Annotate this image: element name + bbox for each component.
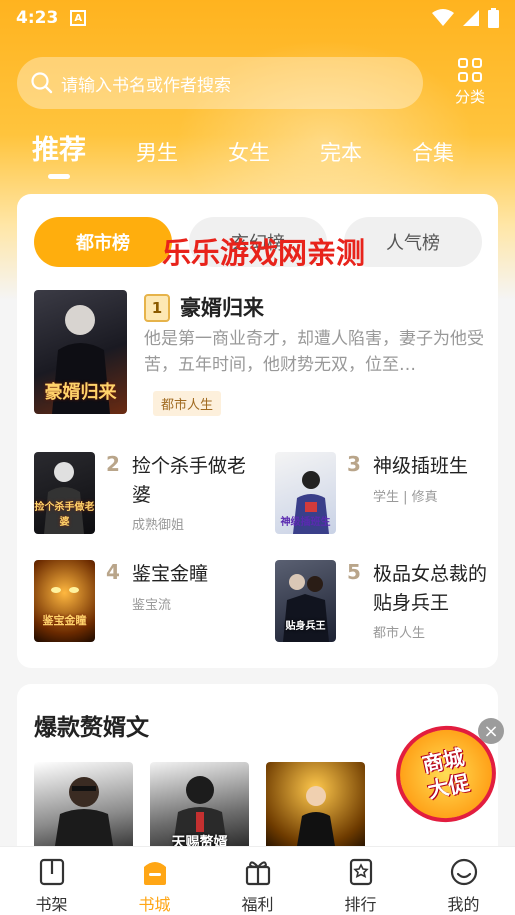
bookshelf-icon — [39, 858, 64, 886]
nav-label: 福利 — [241, 895, 274, 914]
book-item[interactable]: 捡个杀手做老婆 2 捡个杀手做老婆 成熟御姐 — [34, 452, 259, 536]
nav-label: 书城 — [138, 895, 171, 914]
close-icon[interactable]: × — [478, 718, 504, 744]
category-grid-icon — [458, 58, 482, 82]
book-subtitle: 鉴宝流 — [132, 598, 172, 613]
section-heading: 爆款赘婿文 — [34, 715, 149, 741]
book-item[interactable]: 贴身兵王 5 极品女总裁的贴身兵王 都市人生 — [275, 560, 500, 644]
top-book-item[interactable]: 豪婿归来 1 豪婿归来 他是第一商业奇才，却遭人陷害，妻子为他受苦，五年时间，他… — [34, 290, 484, 416]
search-bar[interactable]: 请输入书名或作者搜索 — [17, 57, 423, 109]
book-title[interactable]: 捡个杀手做老婆 — [132, 452, 252, 510]
watermark-text: 乐乐游戏网亲测 — [162, 236, 366, 270]
status-time: 4:23 — [16, 8, 59, 28]
nav-label: 我的 — [447, 895, 480, 914]
rank-number: 3 — [347, 452, 361, 476]
signal-icon — [463, 10, 479, 26]
top-tabs: 推荐 男生 女生 完本 合集 — [32, 128, 454, 167]
book-subtitle: 成熟御姐 — [132, 518, 185, 533]
book-title[interactable]: 豪婿归来 — [180, 292, 264, 322]
book-item[interactable]: 鉴宝金瞳 4 鉴宝金瞳 鉴宝流 — [34, 560, 259, 644]
gift-icon — [245, 861, 270, 886]
book-item[interactable]: 神级插班生 3 神级插班生 学生 | 修真 — [275, 452, 500, 536]
app-notification-icon: A — [70, 10, 87, 26]
book-cover[interactable]: 贴身兵王 — [275, 560, 336, 642]
cover-title: 贴身兵王 — [285, 621, 326, 632]
tab-collection[interactable]: 合集 — [412, 137, 454, 167]
rank-number: 4 — [106, 560, 120, 584]
book-title[interactable]: 鉴宝金瞳 — [132, 560, 252, 589]
book-cover[interactable]: 天赐赘婿 — [150, 762, 249, 852]
rank-badge: 1 — [144, 294, 170, 322]
profile-icon — [450, 858, 477, 886]
cover-title: 鉴宝金瞳 — [42, 614, 87, 627]
bottom-nav: 书架 书城 福利 排行 我的 — [0, 846, 515, 915]
book-title[interactable]: 极品女总裁的贴身兵王 — [373, 560, 493, 618]
book-subtitle: 都市人生 — [373, 626, 426, 641]
status-bar: 4:23 A — [0, 0, 515, 36]
bookstore-icon — [143, 862, 166, 885]
cover-figure — [54, 777, 114, 852]
book-description: 他是第一商业奇才，却遭人陷害，妻子为他受苦，五年时间，他财势无双，位至… — [144, 329, 484, 375]
book-subtitle: 学生 | 修真 — [373, 490, 438, 505]
tab-completed[interactable]: 完本 — [320, 137, 362, 167]
cover-title: 捡个杀手做老婆 — [34, 502, 95, 528]
rank-number: 2 — [106, 452, 120, 476]
book-cover[interactable]: 捡个杀手做老婆 — [34, 452, 95, 534]
tab-male[interactable]: 男生 — [136, 137, 178, 167]
nav-profile[interactable]: 我的 — [412, 847, 515, 915]
tab-recommend[interactable]: 推荐 — [32, 128, 86, 167]
book-cover[interactable]: 豪婿归来 — [34, 290, 127, 414]
cover-title: 神级插班生 — [280, 517, 331, 528]
nav-bookstore[interactable]: 书城 — [103, 847, 206, 915]
wifi-icon — [432, 9, 454, 26]
book-cover[interactable] — [266, 762, 365, 852]
battery-icon — [488, 8, 499, 28]
nav-ranking[interactable]: 排行 — [309, 847, 412, 915]
rank-tab-urban[interactable]: 都市榜 — [34, 217, 172, 267]
cover-figure — [296, 786, 336, 852]
cover-title: 豪婿归来 — [44, 382, 117, 403]
nav-label: 排行 — [344, 895, 377, 914]
ranking-icon — [349, 858, 372, 886]
category-button[interactable]: 分类 — [447, 58, 493, 107]
nav-label: 书架 — [35, 895, 68, 914]
book-tag[interactable]: 都市人生 — [153, 391, 222, 416]
category-label: 分类 — [454, 88, 485, 106]
nav-welfare[interactable]: 福利 — [206, 847, 309, 915]
book-cover[interactable]: 鉴宝金瞳 — [34, 560, 95, 642]
nav-bookshelf[interactable]: 书架 — [0, 847, 103, 915]
book-cover[interactable] — [34, 762, 133, 852]
search-placeholder: 请输入书名或作者搜索 — [61, 75, 231, 96]
status-icons — [432, 8, 499, 28]
cover-figure — [51, 587, 79, 593]
book-title[interactable]: 神级插班生 — [373, 452, 493, 481]
book-cover[interactable]: 神级插班生 — [275, 452, 336, 534]
rank-number: 5 — [347, 560, 361, 584]
tab-female[interactable]: 女生 — [228, 137, 270, 167]
search-icon — [31, 72, 53, 94]
